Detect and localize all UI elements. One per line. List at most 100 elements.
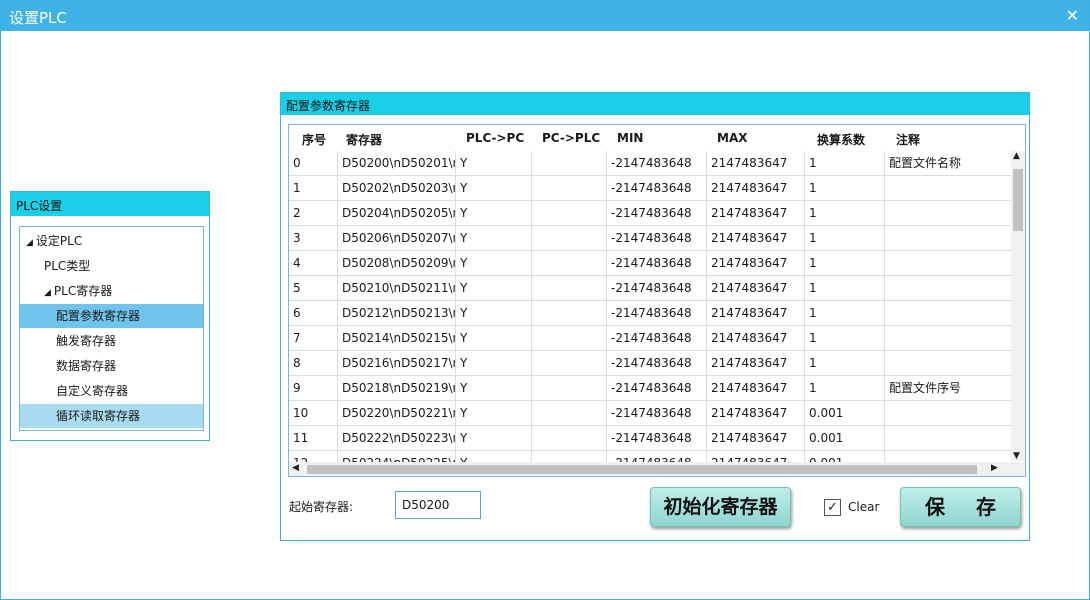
table-cell[interactable]: Y [456,351,532,376]
table-cell[interactable]: -2147483648 [607,276,707,301]
table-cell[interactable]: Y [456,151,532,176]
scroll-down-icon[interactable]: ▼ [1013,451,1020,461]
table-cell[interactable]: -2147483648 [607,351,707,376]
table-cell[interactable]: 0 [289,151,338,176]
table-cell[interactable] [885,326,1011,351]
table-cell[interactable]: 1 [805,201,885,226]
table-cell[interactable]: 9 [289,376,338,401]
column-header[interactable]: 换算系数 [817,131,865,148]
table-cell[interactable] [885,351,1011,376]
scroll-right-icon[interactable]: ▶ [991,463,998,473]
column-header[interactable]: MIN [617,131,643,145]
table-cell[interactable]: -2147483648 [607,226,707,251]
expand-arrow-icon[interactable]: ◢ [26,231,33,255]
table-row[interactable]: 11 D50222\nD50223\n Y -2147483648 2147483647… [289,426,1011,451]
table-cell[interactable]: D50222\nD50223\n [338,426,456,451]
scroll-up-icon[interactable]: ▲ [1013,151,1020,161]
table-cell[interactable]: D50220\nD50221\n [338,401,456,426]
table-cell[interactable]: D50218\nD50219\n [338,376,456,401]
tree-item[interactable]: ◢ PLC寄存器 [20,279,203,303]
table-cell[interactable] [532,151,607,176]
table-cell[interactable]: 1 [805,301,885,326]
clear-checkbox[interactable]: ✓ [824,499,841,516]
table-row[interactable]: 8 D50216\nD50217\n Y -2147483648 2147483647 1 [289,351,1011,376]
table-row[interactable]: 1 D50202\nD50203\n Y -2147483648 2147483647 1 [289,176,1011,201]
table-row[interactable]: 7 D50214\nD50215\n Y -2147483648 2147483647 1 [289,326,1011,351]
table-cell[interactable]: 1 [289,176,338,201]
table-cell[interactable]: 10 [289,401,338,426]
table-cell[interactable]: 配置文件名称 [885,151,1011,176]
start-register-input[interactable]: D50200 [395,491,481,519]
table-cell[interactable]: 7 [289,326,338,351]
table-cell[interactable] [885,251,1011,276]
table-cell[interactable]: Y [456,226,532,251]
table-cell[interactable] [885,201,1011,226]
table-cell[interactable]: 2147483647 [707,151,805,176]
table-cell[interactable]: Y [456,201,532,226]
table-cell[interactable] [532,276,607,301]
table-row[interactable]: 5 D50210\nD50211\n Y -2147483648 2147483647 1 [289,276,1011,301]
table-cell[interactable]: 2147483647 [707,301,805,326]
tree-item[interactable]: 循环读取寄存器 [20,404,203,428]
table-cell[interactable]: 2 [289,201,338,226]
table-cell[interactable] [532,251,607,276]
vertical-scrollbar[interactable]: ▲ ▼ [1011,151,1025,461]
table-cell[interactable]: -2147483648 [607,326,707,351]
table-cell[interactable]: -2147483648 [607,251,707,276]
table-cell[interactable]: Y [456,251,532,276]
table-cell[interactable]: Y [456,401,532,426]
table-cell[interactable]: -2147483648 [607,301,707,326]
horizontal-scroll-thumb[interactable] [307,465,977,474]
table-cell[interactable]: -2147483648 [607,426,707,451]
table-cell[interactable] [885,401,1011,426]
close-icon[interactable]: ✕ [1066,6,1079,25]
table-cell[interactable] [532,351,607,376]
table-cell[interactable]: D50200\nD50201\n [338,151,456,176]
table-cell[interactable]: Y [456,176,532,201]
table-cell[interactable]: 0.001 [805,426,885,451]
save-button[interactable]: 保 存 [900,487,1021,527]
table-cell[interactable]: 1 [805,151,885,176]
table-cell[interactable]: D50204\nD50205\n [338,201,456,226]
table-cell[interactable]: D50208\nD50209\n [338,251,456,276]
scroll-left-icon[interactable]: ◀ [292,463,299,473]
table-cell[interactable]: D50202\nD50203\n [338,176,456,201]
table-cell[interactable]: 3 [289,226,338,251]
table-cell[interactable] [885,276,1011,301]
table-row[interactable]: 6 D50212\nD50213\n Y -2147483648 2147483647 1 [289,301,1011,326]
table-cell[interactable]: 2147483647 [707,401,805,426]
table-cell[interactable]: 2147483647 [707,376,805,401]
table-cell[interactable]: 5 [289,276,338,301]
table-cell[interactable]: 2147483647 [707,226,805,251]
table-cell[interactable]: 1 [805,251,885,276]
table-cell[interactable]: D50214\nD50215\n [338,326,456,351]
table-cell[interactable] [885,301,1011,326]
table-cell[interactable]: 1 [805,326,885,351]
table-cell[interactable] [532,426,607,451]
table-cell[interactable]: 4 [289,251,338,276]
table-cell[interactable] [532,226,607,251]
table-cell[interactable]: 6 [289,301,338,326]
expand-arrow-icon[interactable]: ◢ [44,281,51,305]
table-row[interactable]: 3 D50206\nD50207\n Y -2147483648 2147483647 1 [289,226,1011,251]
table-cell[interactable]: 2147483647 [707,201,805,226]
tree-item[interactable]: ◢ 设定PLC [20,229,203,253]
table-cell[interactable]: 2147483647 [707,276,805,301]
vertical-scroll-thumb[interactable] [1013,169,1023,231]
table-cell[interactable]: D50210\nD50211\n [338,276,456,301]
table-cell[interactable]: 1 [805,176,885,201]
table-cell[interactable]: 8 [289,351,338,376]
table-cell[interactable] [885,426,1011,451]
table-cell[interactable]: D50216\nD50217\n [338,351,456,376]
table-cell[interactable] [532,376,607,401]
table-row[interactable]: 4 D50208\nD50209\n Y -2147483648 2147483647 1 [289,251,1011,276]
tree-item[interactable]: 触发寄存器 [20,329,203,353]
column-header[interactable]: PLC->PC [466,131,524,145]
table-cell[interactable] [532,301,607,326]
table-cell[interactable]: Y [456,326,532,351]
table-cell[interactable]: D50212\nD50213\n [338,301,456,326]
horizontal-scrollbar[interactable]: ◀ ▶ [289,462,1025,476]
table-cell[interactable]: 配置文件序号 [885,376,1011,401]
table-cell[interactable]: -2147483648 [607,401,707,426]
tree-item[interactable]: 配置参数寄存器 [20,304,203,328]
